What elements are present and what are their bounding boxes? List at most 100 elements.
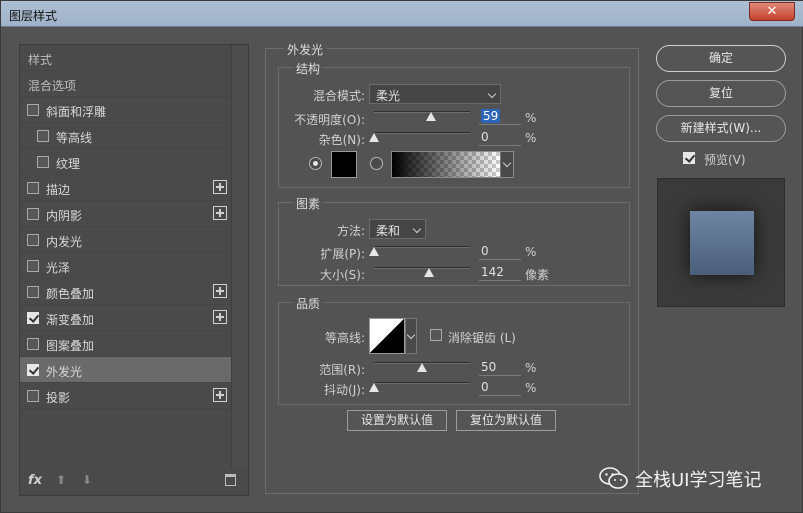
noise-input[interactable]: 0 [479,130,521,146]
gradient-picker[interactable] [391,151,514,178]
chevron-down-icon [487,89,497,99]
window-title: 图层样式 [9,9,58,23]
jitter-input[interactable]: 0 [479,380,521,396]
fx-button[interactable]: fx [28,473,42,488]
solid-color-radio[interactable] [309,157,322,170]
chevron-down-icon [406,330,416,340]
preview-square [690,211,754,275]
size-slider-thumb[interactable] [423,268,434,277]
style-preview [657,178,785,307]
glow-color-swatch[interactable] [331,151,357,178]
style-list-item[interactable]: 描边 [20,175,231,201]
spread-input[interactable]: 0 [479,244,521,260]
style-list-item[interactable]: 内阴影 [20,201,231,227]
style-checkbox[interactable] [27,286,39,298]
move-up-icon[interactable]: ⬆ [56,473,66,487]
style-list-item[interactable]: 等高线 [20,123,231,149]
preview-checkbox[interactable] [683,152,695,164]
antialias-label: 消除锯齿 (L) [448,331,516,345]
add-effect-icon[interactable] [213,284,227,298]
style-item-label: 图案叠加 [46,339,95,353]
gradient-radio[interactable] [370,157,383,170]
style-item-label: 内发光 [46,235,83,249]
add-effect-icon[interactable] [213,388,227,402]
style-item-label: 颜色叠加 [46,287,95,301]
blend-mode-label: 混合模式: [312,89,365,103]
style-item-label: 纹理 [56,157,81,171]
quality-title: 品质 [293,295,324,312]
make-default-button[interactable]: 设置为默认值 [347,410,447,431]
opacity-input[interactable]: 59 [479,109,521,125]
style-checkbox[interactable] [27,260,39,272]
style-list-item[interactable]: 渐变叠加 [20,305,231,331]
style-checkbox[interactable] [27,104,39,116]
chevron-down-icon [502,158,512,168]
style-checkbox[interactable] [27,182,39,194]
spread-slider-track[interactable] [374,246,470,248]
jitter-label: 抖动(J): [324,383,365,397]
noise-label: 杂色(N): [318,133,365,147]
style-list-item[interactable]: 混合选项 [20,71,231,97]
style-list-item[interactable]: 颜色叠加 [20,279,231,305]
blend-mode-select[interactable]: 柔光 [369,84,501,104]
style-item-label: 投影 [46,391,71,405]
antialias-checkbox[interactable] [430,329,442,341]
gradient-dropdown[interactable] [500,152,513,177]
range-slider-thumb[interactable] [417,363,427,372]
technique-select[interactable]: 柔和 [369,219,426,239]
style-checkbox[interactable] [27,312,39,324]
size-input[interactable]: 142 [479,265,521,281]
style-checkbox[interactable] [27,338,39,350]
style-list-item[interactable]: 外发光 [20,357,231,383]
noise-unit: % [525,131,537,145]
reset-button[interactable]: 复位 [656,80,786,107]
add-effect-icon[interactable] [213,206,227,220]
add-effect-icon[interactable] [213,310,227,324]
style-item-label: 等高线 [56,131,93,145]
spread-slider-thumb[interactable] [369,247,379,256]
contour-label: 等高线: [324,331,365,345]
style-checkbox[interactable] [37,156,49,168]
add-effect-icon[interactable] [213,180,227,194]
spread-label: 扩展(P): [320,247,365,261]
opacity-slider-thumb[interactable] [425,112,436,121]
opacity-slider-track[interactable] [374,111,470,113]
technique-value: 柔和 [376,224,401,238]
move-down-icon[interactable]: ⬇ [82,473,92,487]
style-checkbox[interactable] [27,364,39,376]
style-item-label: 内阴影 [46,209,83,223]
noise-slider-thumb[interactable] [369,133,379,142]
style-checkbox[interactable] [27,390,39,402]
size-unit: 像素 [525,268,550,282]
watermark: 全栈UI学习笔记 [599,463,789,493]
size-slider-track[interactable] [374,267,470,269]
spread-unit: % [525,245,537,259]
style-list-item[interactable]: 纹理 [20,149,231,175]
style-list-item[interactable]: 光泽 [20,253,231,279]
style-checkbox[interactable] [27,234,39,246]
outer-glow-title: 外发光 [284,41,327,58]
reset-default-button[interactable]: 复位为默认值 [456,410,556,431]
contour-dropdown[interactable] [405,318,417,354]
style-list-item[interactable]: 样式 [20,45,231,71]
new-style-button[interactable]: 新建样式(W)... [656,115,786,142]
jitter-slider-track[interactable] [374,382,470,384]
style-item-label: 斜面和浮雕 [46,105,107,119]
style-list-item[interactable]: 投影 [20,383,231,409]
ok-button[interactable]: 确定 [656,45,786,72]
style-list-item[interactable]: 内发光 [20,227,231,253]
title-bar: 图层样式 ✕ [1,1,803,27]
range-input[interactable]: 50 [479,360,521,376]
trash-icon[interactable] [225,474,236,486]
chevron-down-icon [412,224,422,234]
jitter-slider-thumb[interactable] [369,383,379,392]
style-list-item[interactable]: 图案叠加 [20,331,231,357]
contour-preview[interactable] [369,318,405,354]
style-checkbox[interactable] [27,208,39,220]
styles-list-scrollbar[interactable] [231,45,247,467]
style-checkbox[interactable] [37,130,49,142]
style-list-item[interactable]: 斜面和浮雕 [20,97,231,123]
style-item-label: 样式 [28,53,53,67]
noise-slider-track[interactable] [374,132,470,134]
close-button[interactable]: ✕ [749,2,795,21]
